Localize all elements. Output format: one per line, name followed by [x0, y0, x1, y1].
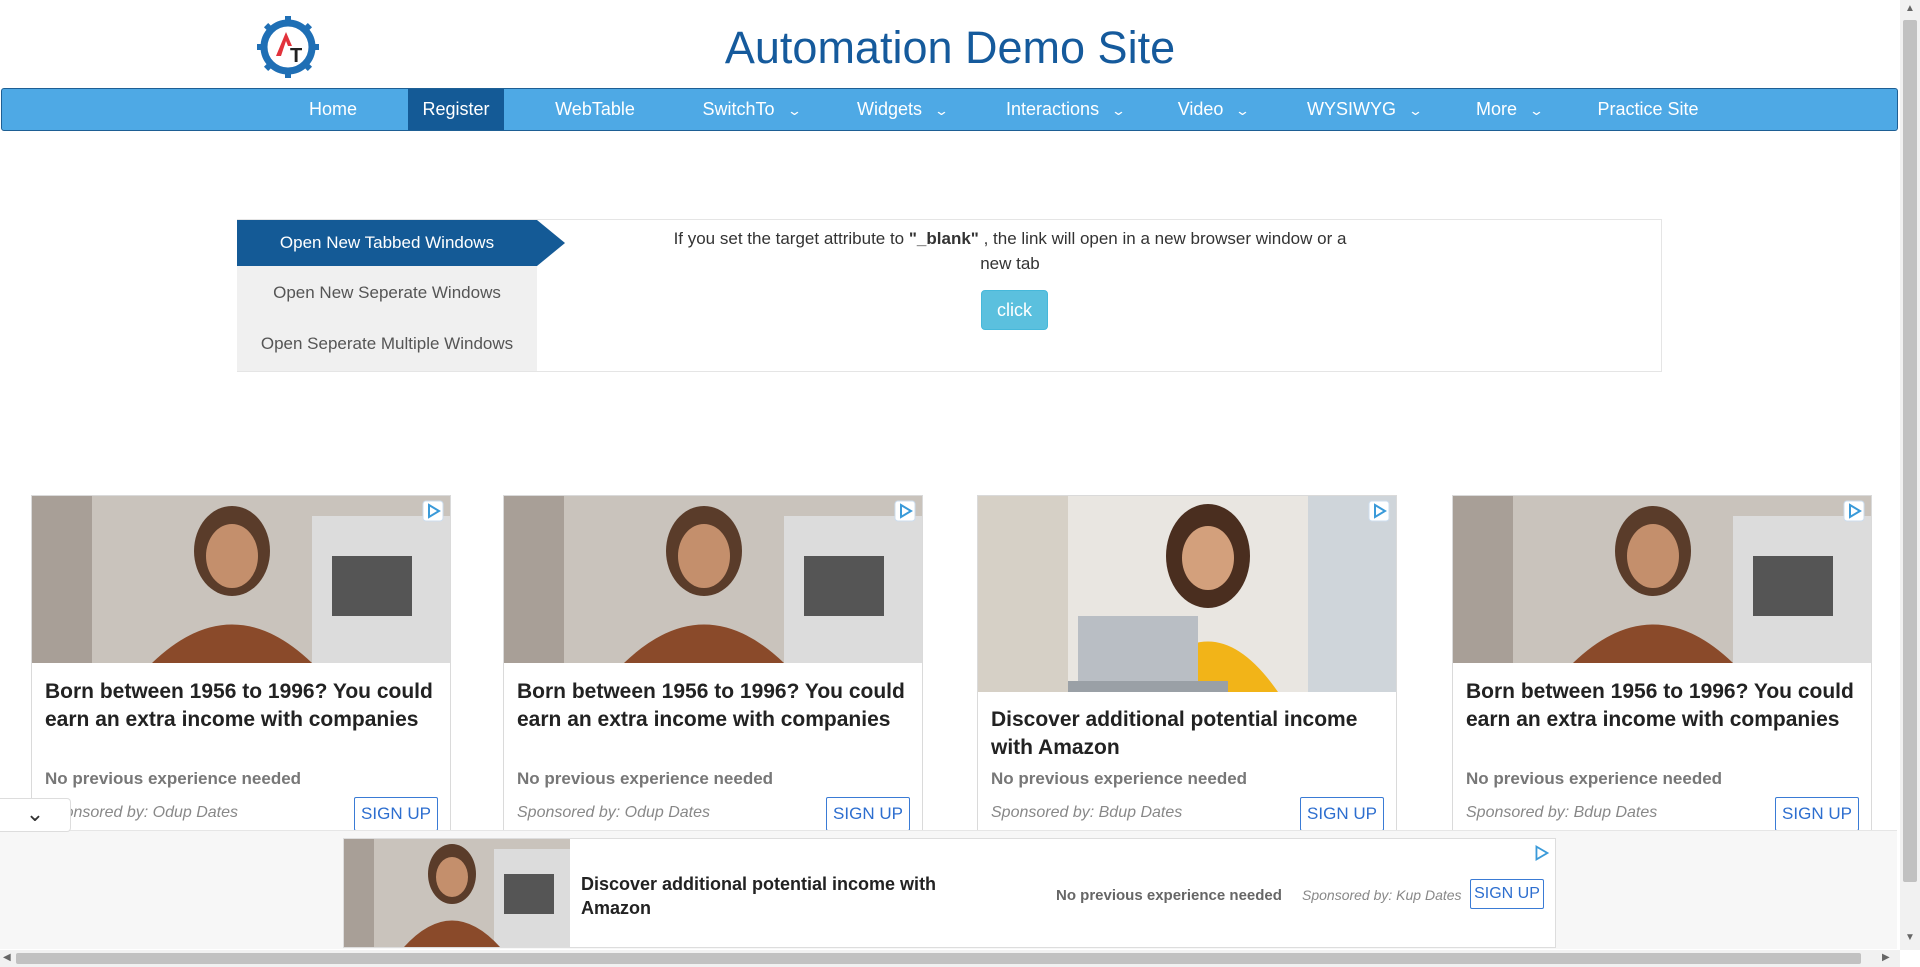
ad-subtitle: No previous experience needed [517, 769, 774, 788]
scrollbar-thumb[interactable] [16, 953, 1861, 964]
chevron-down-icon: ⌄ [786, 103, 802, 118]
chevron-down-icon: ⌄ [25, 801, 45, 826]
ad-sponsor: Sponsored by: Kup Dates [1302, 887, 1462, 903]
horizontal-scrollbar[interactable]: ◀ ▶ [0, 950, 1900, 967]
click-button[interactable]: click [981, 290, 1048, 330]
scroll-left-icon[interactable]: ◀ [3, 952, 11, 963]
nav-webtable[interactable]: WebTable [540, 89, 650, 130]
ad-subtitle: No previous experience needed [1056, 887, 1282, 904]
nav-label: WebTable [555, 99, 635, 119]
ad-card[interactable]: Born between 1956 to 1996? You could ear… [1452, 495, 1872, 837]
nav-interactions[interactable]: Interactions ⌄ [992, 89, 1138, 130]
adchoices-icon[interactable] [894, 500, 916, 522]
ad-card[interactable]: Discover additional potential income wit… [977, 495, 1397, 837]
chevron-down-icon: ⌄ [1528, 103, 1545, 118]
sign-up-button[interactable]: SIGN UP [354, 797, 438, 831]
nav-video[interactable]: Video ⌄ [1166, 89, 1260, 130]
main-navbar: Home Register WebTable SwitchTo ⌄ Widgets… [1, 88, 1898, 131]
ad-card[interactable]: Born between 1956 to 1996? You could ear… [31, 495, 451, 837]
ad-subtitle: No previous experience needed [1466, 769, 1723, 788]
site-title: Automation Demo Site [724, 22, 1176, 73]
collapse-ad-button[interactable]: ⌄ [0, 798, 71, 832]
ad-title[interactable]: Discover additional potential income wit… [991, 706, 1386, 762]
ad-image[interactable] [978, 496, 1396, 692]
ad-image[interactable] [504, 496, 922, 663]
nav-label: WYSIWYG [1307, 99, 1397, 119]
tab-open-seperate-multiple-windows[interactable]: Open Seperate Multiple Windows [237, 321, 537, 367]
ad-sponsor: Sponsored by: Odup Dates [517, 804, 711, 821]
nav-label: SwitchTo [702, 99, 775, 119]
adchoices-icon[interactable] [1843, 500, 1865, 522]
nav-more[interactable]: More ⌄ [1464, 89, 1554, 130]
ad-sponsor: Sponsored by: Bdup Dates [1466, 804, 1658, 821]
ad-title[interactable]: Born between 1956 to 1996? You could ear… [1466, 678, 1861, 734]
tab-open-new-seperate-windows[interactable]: Open New Seperate Windows [237, 270, 537, 316]
nav-register[interactable]: Register [408, 89, 504, 130]
nav-label: Video [1177, 99, 1224, 119]
ad-sponsor: Sponsored by: Odup Dates [45, 804, 239, 821]
sign-up-button[interactable]: SIGN UP [1300, 797, 1384, 831]
nav-widgets[interactable]: Widgets ⌄ [842, 89, 962, 130]
sign-up-button[interactable]: SIGN UP [1470, 879, 1544, 909]
chevron-down-icon: ⌄ [1235, 103, 1251, 118]
adchoices-icon[interactable] [422, 500, 444, 522]
sign-up-button[interactable]: SIGN UP [826, 797, 910, 831]
ad-subtitle: No previous experience needed [45, 769, 302, 788]
scroll-down-icon[interactable]: ▼ [1905, 932, 1915, 943]
adchoices-icon[interactable] [1531, 843, 1551, 863]
nav-label: More [1476, 99, 1518, 119]
chevron-down-icon: ⌄ [1110, 103, 1127, 118]
ad-title[interactable]: Discover additional potential income wit… [581, 872, 1001, 920]
chevron-down-icon: ⌄ [1407, 103, 1424, 118]
ad-card[interactable]: Born between 1956 to 1996? You could ear… [503, 495, 923, 837]
active-tab-arrow [537, 220, 565, 266]
nav-home[interactable]: Home [294, 89, 372, 130]
ad-title[interactable]: Born between 1956 to 1996? You could ear… [45, 678, 440, 734]
nav-practice-site[interactable]: Practice Site [1588, 89, 1708, 130]
ad-subtitle: No previous experience needed [991, 769, 1248, 788]
nav-switchto[interactable]: SwitchTo ⌄ [686, 89, 816, 130]
scroll-right-icon[interactable]: ▶ [1882, 952, 1890, 963]
chevron-down-icon: ⌄ [933, 103, 950, 118]
tab-description: If you set the target attribute to "_bla… [673, 229, 1347, 273]
ad-sponsor: Sponsored by: Bdup Dates [991, 804, 1183, 821]
sign-up-button[interactable]: SIGN UP [1775, 797, 1859, 831]
adchoices-icon[interactable] [1368, 500, 1390, 522]
ad-title[interactable]: Born between 1956 to 1996? You could ear… [517, 678, 912, 734]
nav-label: Widgets [857, 99, 923, 119]
scroll-up-icon[interactable]: ▲ [1905, 3, 1915, 14]
tab-open-new-tabbed-windows[interactable]: Open New Tabbed Windows [237, 220, 537, 266]
window-tabs: Open New Tabbed Windows Open New Seperat… [237, 220, 537, 371]
ad-image[interactable] [32, 496, 450, 663]
nav-label: Practice Site [1597, 99, 1699, 119]
ad-image[interactable] [1453, 496, 1871, 663]
scrollbar-thumb[interactable] [1903, 20, 1917, 882]
nav-label: Register [422, 99, 490, 119]
vertical-scrollbar[interactable]: ▲ ▼ [1900, 0, 1920, 950]
nav-label: Interactions [1006, 99, 1100, 119]
nav-wysiwyg[interactable]: WYSIWYG ⌄ [1298, 89, 1430, 130]
sticky-ad[interactable]: Discover additional potential income wit… [343, 838, 1556, 948]
ad-image[interactable] [344, 839, 570, 947]
nav-label: Home [308, 99, 357, 119]
